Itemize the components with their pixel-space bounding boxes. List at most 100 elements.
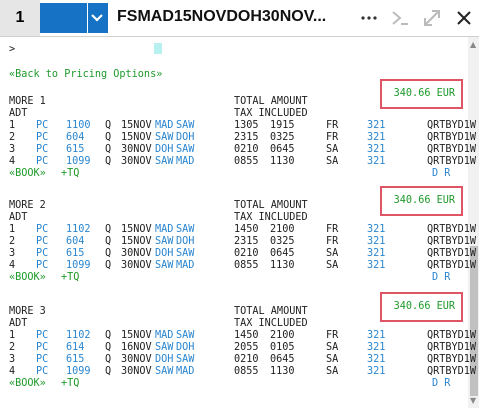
origin-airport[interactable]: SAW [155, 366, 173, 378]
flight-number[interactable]: 1099 [66, 260, 91, 272]
equipment-type[interactable]: 321 [367, 330, 385, 342]
equipment-type[interactable]: 321 [367, 248, 385, 260]
carrier-code[interactable]: PC [36, 330, 48, 342]
destination-airport[interactable]: DOH [176, 236, 194, 248]
flight-number[interactable]: 615 [66, 248, 84, 260]
expand-icon[interactable] [421, 7, 443, 29]
book-link[interactable]: «BOOK» [9, 168, 46, 180]
carrier-code[interactable]: PC [36, 248, 48, 260]
equipment-type[interactable]: 321 [367, 366, 385, 378]
arrival-time: 0105 [270, 342, 295, 353]
destination-airport[interactable]: SAW [176, 248, 194, 260]
booking-class: Q [105, 366, 112, 377]
carrier-code[interactable]: PC [36, 132, 48, 144]
origin-airport[interactable]: SAW [155, 132, 173, 144]
origin-airport[interactable]: DOH [155, 248, 173, 260]
destination-airport[interactable]: SAW [176, 354, 194, 366]
tq-link[interactable]: +TQ [61, 168, 79, 180]
equipment-type[interactable]: 321 [367, 342, 385, 354]
origin-airport[interactable]: SAW [155, 156, 173, 168]
day-of-week: SA [326, 366, 339, 377]
flight-date: 30NOV [121, 156, 152, 167]
origin-airport[interactable]: DOH [155, 354, 173, 366]
carrier-code[interactable]: PC [36, 236, 48, 248]
booking-class: Q [105, 260, 112, 271]
equipment-type[interactable]: 321 [367, 260, 385, 272]
book-link[interactable]: «BOOK» [9, 378, 46, 390]
command-icon[interactable] [389, 7, 411, 29]
total-price: 340.66 EUR [393, 88, 455, 99]
origin-airport[interactable]: SAW [155, 236, 173, 248]
fare-rules-link[interactable]: D R [432, 168, 450, 180]
segment-number: 3 [9, 144, 16, 155]
tab-number[interactable]: 1 [0, 0, 40, 36]
flight-date: 15NOV [121, 120, 152, 131]
fare-basis: QRTBYD1W [427, 156, 477, 167]
flight-number[interactable]: 1102 [66, 224, 91, 236]
segment-number: 1 [9, 330, 16, 341]
more-icon[interactable] [358, 7, 380, 29]
tq-link[interactable]: +TQ [61, 272, 79, 284]
chevron-down-icon[interactable] [87, 3, 106, 33]
origin-airport[interactable]: SAW [155, 342, 173, 354]
equipment-type[interactable]: 321 [367, 120, 385, 132]
flight-number[interactable]: 614 [66, 342, 84, 354]
text-cursor[interactable] [154, 43, 162, 54]
origin-airport[interactable]: MAD [155, 330, 173, 342]
flight-number[interactable]: 604 [66, 132, 84, 144]
fare-rules-link[interactable]: D R [432, 378, 450, 390]
book-link[interactable]: «BOOK» [9, 272, 46, 284]
destination-airport[interactable]: SAW [176, 144, 194, 156]
back-to-pricing-link[interactable]: «Back to Pricing Options» [9, 69, 162, 81]
scroll-down-arrow-icon[interactable]: ▼ [470, 396, 476, 405]
departure-time: 0855 [234, 260, 259, 271]
equipment-type[interactable]: 321 [367, 156, 385, 168]
carrier-code[interactable]: PC [36, 342, 48, 354]
flight-number[interactable]: 1100 [66, 120, 91, 132]
fare-basis: QRTBYD1W [427, 120, 477, 131]
equipment-type[interactable]: 321 [367, 224, 385, 236]
origin-airport[interactable]: SAW [155, 260, 173, 272]
flight-number[interactable]: 1099 [66, 156, 91, 168]
carrier-code[interactable]: PC [36, 156, 48, 168]
scroll-up-arrow-icon[interactable]: ▲ [470, 40, 476, 49]
window-title: FSMAD15NOVDOH30NOV... [117, 8, 327, 25]
equipment-type[interactable]: 321 [367, 144, 385, 156]
arrival-time: 0645 [270, 248, 295, 259]
departure-time: 0210 [234, 248, 259, 259]
tq-link[interactable]: +TQ [61, 378, 79, 390]
equipment-type[interactable]: 321 [367, 132, 385, 144]
tab-selector-dropdown[interactable] [40, 3, 108, 33]
fare-basis: QRTBYD1W [427, 224, 477, 235]
origin-airport[interactable]: DOH [155, 144, 173, 156]
destination-airport[interactable]: MAD [176, 260, 194, 272]
destination-airport[interactable]: DOH [176, 132, 194, 144]
flight-number[interactable]: 615 [66, 144, 84, 156]
origin-airport[interactable]: MAD [155, 224, 173, 236]
flight-number[interactable]: 1102 [66, 330, 91, 342]
origin-airport[interactable]: MAD [155, 120, 173, 132]
flight-number[interactable]: 1099 [66, 366, 91, 378]
destination-airport[interactable]: SAW [176, 120, 194, 132]
flight-number[interactable]: 615 [66, 354, 84, 366]
equipment-type[interactable]: 321 [367, 236, 385, 248]
destination-airport[interactable]: SAW [176, 224, 194, 236]
close-icon[interactable] [453, 7, 475, 29]
carrier-code[interactable]: PC [36, 354, 48, 366]
destination-airport[interactable]: MAD [176, 366, 194, 378]
equipment-type[interactable]: 321 [367, 354, 385, 366]
carrier-code[interactable]: PC [36, 366, 48, 378]
carrier-code[interactable]: PC [36, 260, 48, 272]
carrier-code[interactable]: PC [36, 144, 48, 156]
tax-included-label: TAX INCLUDED [234, 318, 308, 329]
destination-airport[interactable]: DOH [176, 342, 194, 354]
carrier-code[interactable]: PC [36, 224, 48, 236]
day-of-week: FR [326, 132, 339, 143]
destination-airport[interactable]: SAW [176, 330, 194, 342]
fare-rules-link[interactable]: D R [432, 272, 450, 284]
arrival-time: 1130 [270, 156, 295, 167]
flight-number[interactable]: 604 [66, 236, 84, 248]
destination-airport[interactable]: MAD [176, 156, 194, 168]
arrival-time: 0645 [270, 144, 295, 155]
carrier-code[interactable]: PC [36, 120, 48, 132]
